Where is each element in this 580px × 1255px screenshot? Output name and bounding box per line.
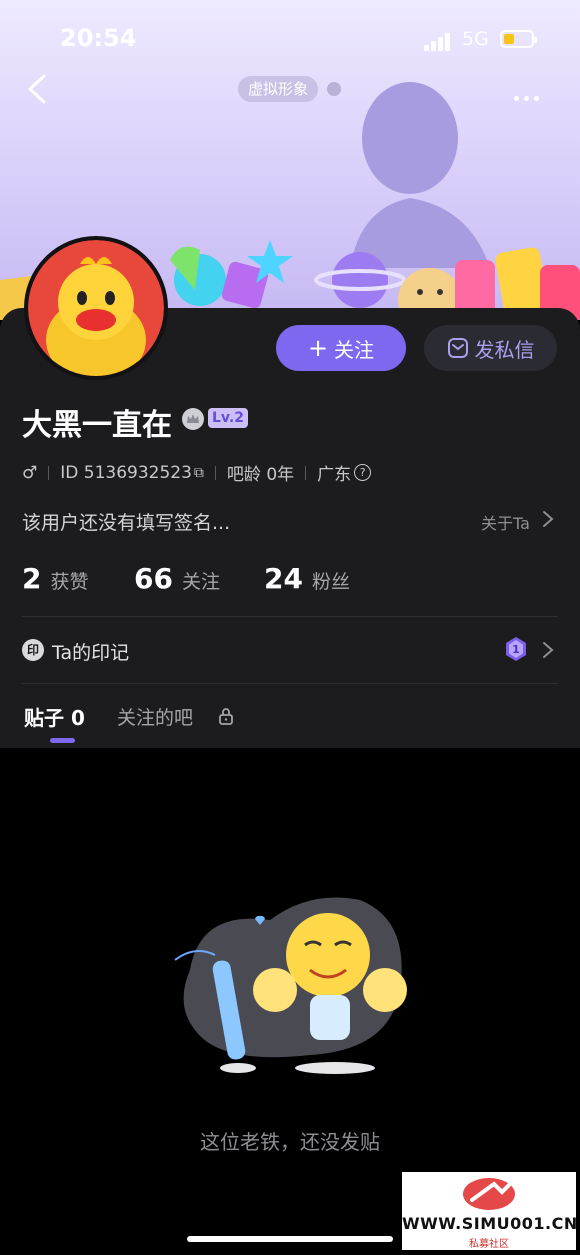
chevron-right-icon[interactable] [542, 641, 554, 659]
medal-number: 1 [512, 643, 520, 656]
home-indicator[interactable] [187, 1236, 393, 1242]
marks-label[interactable]: Ta的印记 [52, 638, 129, 665]
signature: 该用户还没有填写签名... [22, 512, 231, 534]
stat-label: 获赞 [50, 571, 89, 593]
status-time: 20:54 [60, 24, 137, 52]
help-icon[interactable]: ? [354, 464, 372, 481]
stat-likes[interactable]: 2 获赞 [22, 562, 89, 595]
signal-icon [424, 32, 452, 51]
stat-number: 24 [264, 562, 303, 595]
duck-avatar-icon [46, 257, 146, 376]
stat-number: 2 [22, 562, 42, 595]
stat-label: 粉丝 [311, 571, 350, 593]
message-button[interactable]: 发私信 [424, 325, 557, 371]
level-badge: Lv.2 [208, 408, 248, 428]
watermark-text: WWW.SIMU001.CN [402, 1214, 578, 1233]
chevron-right-icon[interactable] [542, 510, 554, 528]
empty-state-illustration [174, 897, 407, 1074]
bar-age: 吧龄 0年 [226, 465, 295, 485]
gender-icon: ♂ [22, 462, 38, 483]
stat-fans[interactable]: 24 粉丝 [264, 562, 350, 595]
location: 广东 [317, 465, 352, 485]
divider [22, 683, 558, 684]
virtual-avatar-dot [327, 82, 341, 96]
user-meta: ♂ ID 5136932523 ⧉ 吧龄 0年 广东 ? [22, 460, 372, 485]
avatar[interactable] [24, 236, 168, 380]
status-bar: 20:54 5G [0, 0, 580, 70]
empty-state-message: 这位老铁，还没发贴 [200, 1130, 380, 1154]
medal-icon[interactable]: 1 [504, 636, 528, 662]
network-label: 5G [462, 28, 489, 50]
stat-following[interactable]: 66 关注 [134, 562, 220, 595]
watermark-logo: WWW.SIMU001.CN 私募社区 [402, 1172, 578, 1250]
envelope-icon [447, 338, 468, 358]
watermark-emblem-icon [463, 1178, 516, 1210]
copy-icon[interactable]: ⧉ [194, 465, 204, 481]
more-options-icon[interactable] [514, 86, 544, 105]
mark-badge-icon: 印 [22, 639, 44, 661]
virtual-avatar-tag[interactable]: 虚拟形象 [238, 76, 319, 102]
stat-label: 关注 [181, 571, 220, 593]
lock-icon [219, 708, 233, 725]
back-icon[interactable] [26, 74, 48, 104]
user-name: 大黑一直在 [22, 408, 172, 443]
watermark-subtitle: 私募社区 [469, 1239, 509, 1250]
plus-icon: + [307, 334, 329, 362]
divider [22, 616, 558, 617]
stat-number: 66 [134, 562, 173, 595]
follow-button[interactable]: + 关注 [276, 325, 406, 371]
user-id: ID 5136932523 [60, 462, 192, 483]
crown-icon [182, 408, 204, 430]
tab-active-indicator [50, 738, 75, 743]
tab-posts[interactable]: 贴子 0 [24, 702, 85, 731]
about-link[interactable]: 关于Ta [481, 510, 530, 534]
battery-icon [500, 30, 537, 48]
about-link-label: 关于Ta [481, 514, 530, 533]
tab-followed-bars[interactable]: 关注的吧 [117, 703, 193, 730]
message-label: 发私信 [474, 337, 535, 362]
follow-label: 关注 [334, 337, 375, 362]
